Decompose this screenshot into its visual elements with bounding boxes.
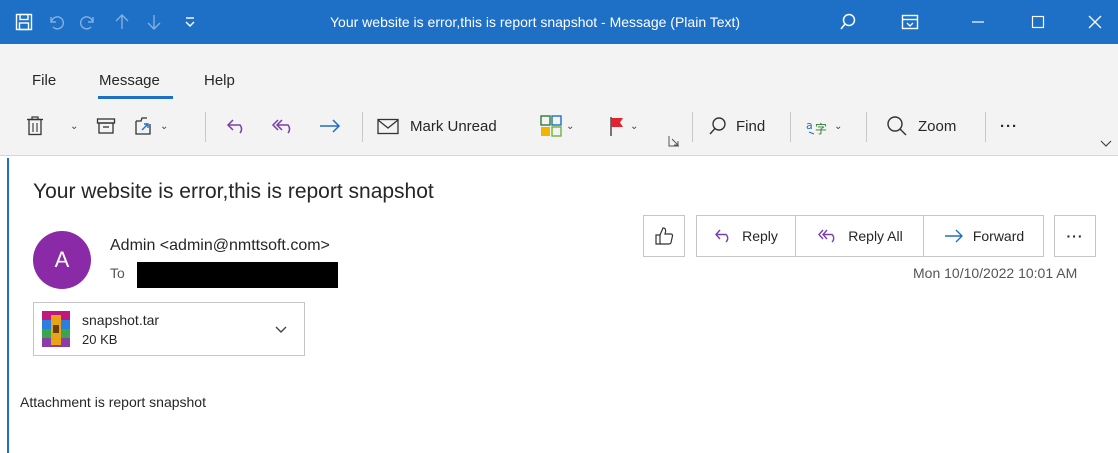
more-commands-button[interactable]: ··· bbox=[1000, 112, 1018, 140]
ribbon: ⌄ ⌄ Mark Unread ⌄ ⌄ Find a字 ⌄ Zoom ··· bbox=[0, 100, 1118, 156]
move-button[interactable]: ⌄ bbox=[134, 112, 168, 140]
forward-icon bbox=[944, 229, 963, 243]
reply-all-button[interactable]: Reply All bbox=[795, 215, 924, 257]
chevron-down-icon bbox=[275, 326, 287, 333]
reply-ribbon-button[interactable] bbox=[226, 112, 248, 140]
search-icon bbox=[709, 117, 726, 135]
archive-button[interactable] bbox=[96, 112, 116, 140]
forward-ribbon-button[interactable] bbox=[318, 112, 342, 140]
move-icon bbox=[135, 117, 151, 135]
dialog-launcher-button[interactable] bbox=[668, 134, 680, 148]
separator bbox=[866, 112, 867, 142]
reading-pane-border bbox=[7, 158, 9, 453]
minimize-button[interactable] bbox=[955, 0, 1001, 44]
redo-icon[interactable] bbox=[76, 10, 100, 34]
categorize-icon bbox=[540, 115, 562, 137]
active-tab-indicator bbox=[98, 96, 173, 99]
reply-button[interactable]: Reply bbox=[696, 215, 796, 257]
separator bbox=[790, 112, 791, 142]
flag-icon bbox=[610, 117, 623, 136]
chevron-down-icon: ⌄ bbox=[630, 120, 639, 132]
menu-message[interactable]: Message bbox=[99, 72, 160, 89]
chevron-down-icon bbox=[1100, 140, 1112, 147]
reply-all-ribbon-button[interactable] bbox=[270, 112, 296, 140]
received-datetime: Mon 10/10/2022 10:01 AM bbox=[913, 265, 1078, 281]
message-body: Attachment is report snapshot bbox=[20, 394, 206, 410]
chevron-down-icon: ⌄ bbox=[70, 120, 79, 132]
forward-icon bbox=[320, 119, 341, 133]
categorize-button[interactable]: ⌄ bbox=[540, 112, 574, 140]
trash-icon bbox=[27, 116, 43, 136]
zoom-icon bbox=[887, 116, 907, 136]
menu-file[interactable]: File bbox=[32, 72, 56, 89]
close-icon bbox=[1088, 15, 1102, 29]
find-button[interactable]: Find bbox=[708, 112, 765, 140]
delete-button[interactable] bbox=[26, 112, 44, 140]
follow-up-button[interactable]: ⌄ bbox=[608, 112, 638, 140]
chevron-down-icon: ⌄ bbox=[160, 120, 169, 132]
chevron-down-icon: ⌄ bbox=[834, 120, 843, 132]
envelope-icon bbox=[377, 118, 399, 135]
attachment-name: snapshot.tar bbox=[82, 312, 160, 328]
mark-unread-button[interactable]: Mark Unread bbox=[376, 112, 497, 140]
minimize-icon bbox=[972, 21, 984, 23]
zoom-label: Zoom bbox=[918, 117, 957, 135]
ribbon-display-options-icon[interactable] bbox=[898, 10, 922, 34]
separator bbox=[205, 112, 206, 142]
archive-file-icon bbox=[40, 309, 72, 354]
attachment-card[interactable]: snapshot.tar 20 KB bbox=[33, 302, 305, 356]
separator bbox=[985, 112, 986, 142]
next-item-icon[interactable] bbox=[142, 10, 166, 34]
reply-icon bbox=[226, 119, 243, 134]
svg-text:字: 字 bbox=[815, 121, 827, 136]
forward-label: Forward bbox=[972, 228, 1025, 244]
menu-help[interactable]: Help bbox=[204, 72, 235, 89]
delete-dropdown[interactable]: ⌄ bbox=[66, 112, 78, 140]
reply-all-label: Reply All bbox=[848, 228, 903, 244]
customize-toolbar-icon[interactable] bbox=[178, 10, 202, 34]
dialog-launcher-icon bbox=[668, 136, 679, 147]
find-label: Find bbox=[736, 117, 766, 135]
translate-button[interactable]: a字 ⌄ bbox=[806, 112, 842, 140]
expand-ribbon-button[interactable] bbox=[1100, 130, 1112, 158]
reply-all-icon bbox=[818, 229, 835, 243]
avatar-initial: A bbox=[54, 247, 70, 272]
zoom-button[interactable]: Zoom bbox=[886, 112, 956, 140]
maximize-button[interactable] bbox=[1015, 0, 1061, 44]
save-icon[interactable] bbox=[12, 10, 36, 34]
chevron-down-icon: ⌄ bbox=[566, 120, 575, 132]
reply-label: Reply bbox=[742, 228, 778, 244]
undo-icon[interactable] bbox=[44, 10, 68, 34]
reply-all-icon bbox=[271, 119, 291, 134]
mark-unread-label: Mark Unread bbox=[410, 117, 497, 135]
separator bbox=[692, 112, 693, 142]
search-icon[interactable] bbox=[836, 10, 860, 34]
avatar[interactable]: A bbox=[33, 231, 91, 289]
previous-item-icon[interactable] bbox=[110, 10, 134, 34]
archive-icon bbox=[96, 118, 116, 134]
sender[interactable]: Admin <admin@nmttsoft.com> bbox=[110, 237, 330, 255]
separator bbox=[362, 112, 363, 142]
translate-icon: a字 bbox=[806, 119, 827, 136]
close-button[interactable] bbox=[1072, 0, 1118, 44]
forward-button[interactable]: Forward bbox=[923, 215, 1044, 257]
like-button[interactable] bbox=[643, 215, 685, 257]
recipient-redacted bbox=[137, 262, 338, 288]
title-bar: Your website is error,this is report sna… bbox=[0, 0, 1118, 44]
menu-bar: File Message Help bbox=[0, 44, 1118, 100]
attachment-size: 20 KB bbox=[82, 332, 118, 347]
reply-icon bbox=[715, 229, 729, 243]
thumbs-up-icon bbox=[655, 227, 674, 245]
to-label: To bbox=[110, 265, 125, 281]
message-subject: Your website is error,this is report sna… bbox=[33, 180, 434, 203]
maximize-icon bbox=[1031, 15, 1045, 29]
window-title: Your website is error,this is report sna… bbox=[330, 14, 741, 30]
svg-text:a: a bbox=[806, 119, 813, 132]
more-actions-button[interactable]: ··· bbox=[1054, 215, 1096, 257]
attachment-options-button[interactable] bbox=[274, 321, 288, 339]
